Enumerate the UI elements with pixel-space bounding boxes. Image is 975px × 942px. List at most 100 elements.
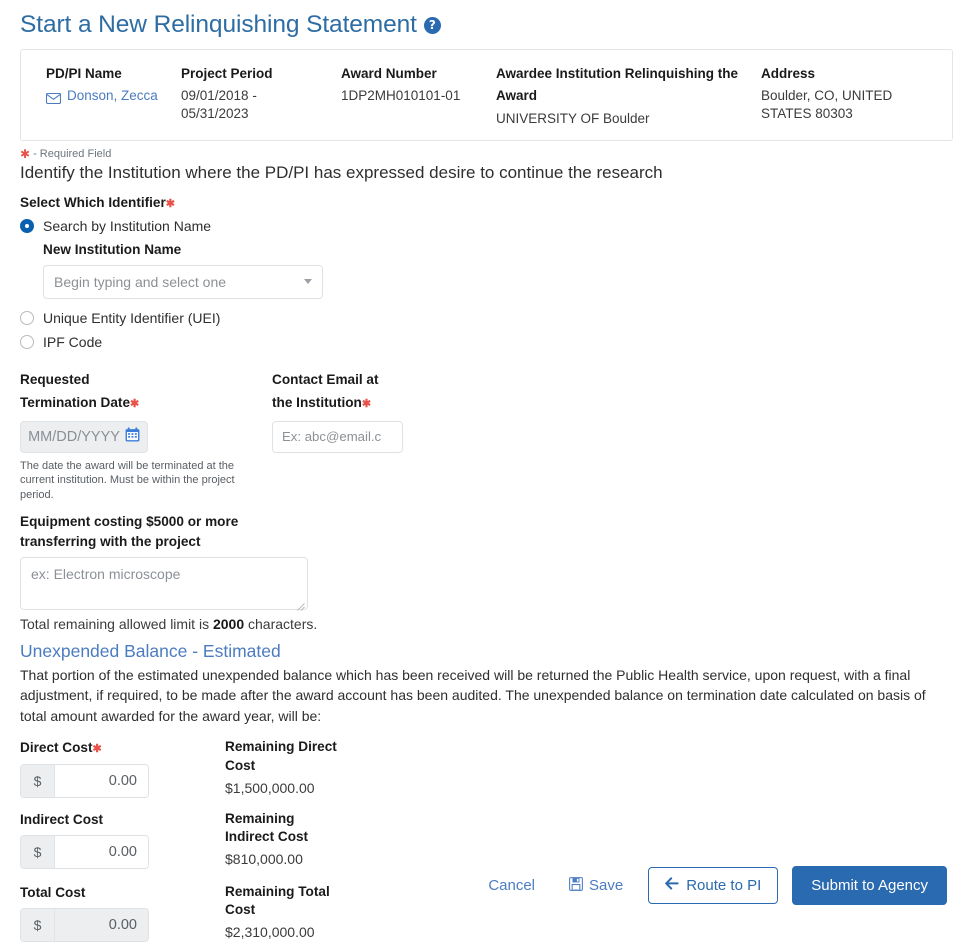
equipment-textarea[interactable]: ex: Electron microscope — [20, 557, 308, 611]
equipment-placeholder: ex: Electron microscope — [31, 566, 181, 583]
envelope-icon — [45, 91, 62, 104]
route-to-pi-label: Route to PI — [686, 877, 762, 894]
radio-label-ipf-code: IPF Code — [43, 333, 103, 350]
remaining-direct-cost-label-line2: Cost — [225, 757, 256, 773]
equipment-character-limit: Total remaining allowed limit is 2000 ch… — [20, 616, 955, 632]
floppy-disk-icon — [569, 876, 583, 895]
radio-button-institution-name[interactable] — [20, 219, 34, 234]
pi-name-value: Donson, Zecca — [45, 87, 167, 109]
arrow-left-icon — [665, 877, 679, 894]
column-header-project-period: Project Period — [181, 66, 273, 81]
indirect-cost-label: Indirect Cost — [20, 811, 104, 827]
route-to-pi-button[interactable]: Route to PI — [648, 867, 779, 904]
identify-instruction: Identify the Institution where the PD/PI… — [20, 162, 663, 182]
help-circle-icon[interactable]: ? — [423, 16, 441, 34]
award-number-value: 1DP2MH010101-01 — [341, 88, 461, 104]
column-header-institution: Awardee Institution Relinquishing the Aw… — [496, 66, 739, 104]
required-field-note: ✱ - Required Field — [20, 148, 955, 160]
remaining-indirect-cost-label-line2: Indirect Cost — [225, 829, 309, 845]
remaining-total-cost-value: $2,310,000.00 — [225, 924, 315, 941]
radio-button-ipf-code[interactable] — [20, 334, 34, 349]
termination-date-placeholder: MM/DD/YYYY — [28, 428, 120, 445]
award-summary-card: PD/PI Name Donson, Zecca Project Period … — [20, 49, 953, 141]
indirect-cost-value[interactable]: 0.00 — [55, 835, 148, 868]
award-column-institution: Awardee Institution Relinquishing the Aw… — [496, 63, 761, 128]
termination-email-row: Requested Termination Date✱ MM/DD/YYYY T… — [20, 368, 955, 503]
resize-handle-icon[interactable] — [296, 598, 305, 611]
select-identifier-label: Select Which Identifier✱ — [20, 193, 955, 213]
termination-date-input[interactable]: MM/DD/YYYY — [20, 420, 148, 453]
asterisk-icon: ✱ — [130, 397, 140, 410]
limit-suffix-text: characters. — [248, 616, 318, 633]
radio-unique-entity-identifier[interactable]: Unique Entity Identifier (UEI) — [20, 308, 955, 328]
page-title-row: Start a New Relinquishing Statement ? — [20, 0, 955, 44]
pi-email-link[interactable]: Donson, Zecca — [45, 87, 158, 105]
unexpended-balance-paragraph: That portion of the estimated unexpended… — [20, 666, 926, 724]
footer-actions: Cancel Save Route to PI Submit to Agency — [471, 866, 947, 905]
currency-symbol: $ — [21, 764, 55, 797]
contact-email-input[interactable]: Ex: abc@email.c — [272, 420, 403, 453]
column-header-address: Address — [761, 66, 816, 81]
asterisk-icon: ✱ — [361, 397, 372, 410]
award-column-period: Project Period 09/01/2018 - 05/31/2023 — [181, 63, 341, 128]
termination-date-group: Requested Termination Date✱ MM/DD/YYYY T… — [20, 368, 272, 503]
column-header-pi-name: PD/PI Name — [46, 66, 122, 81]
submit-to-agency-button[interactable]: Submit to Agency — [792, 866, 947, 905]
radio-search-by-institution-name[interactable]: Search by Institution Name — [20, 216, 955, 236]
contact-email-placeholder: Ex: abc@email.c — [282, 429, 382, 445]
select-identifier-label-text: Select Which Identifier — [20, 194, 166, 210]
radio-ipf-code[interactable]: IPF Code — [20, 332, 955, 352]
remaining-indirect-cost-value: $810,000.00 — [225, 851, 303, 868]
calendar-icon[interactable] — [125, 427, 140, 447]
new-institution-name-label: New Institution Name — [43, 242, 182, 258]
cost-row-indirect: Indirect Cost $ 0.00 Remaining Indirect … — [20, 810, 955, 869]
column-header-award-number: Award Number — [341, 66, 437, 81]
termination-date-label-text: Termination Date — [20, 394, 131, 410]
award-column-address: Address Boulder, CO, UNITED STATES 80303 — [761, 63, 936, 128]
institution-value: UNIVERSITY OF Boulder — [496, 110, 650, 126]
total-cost-label: Total Cost — [20, 884, 86, 900]
unexpended-balance-title: Unexpended Balance - Estimated — [20, 641, 281, 662]
remaining-indirect-cost-label-line1: Remaining — [225, 810, 295, 826]
award-column-number: Award Number 1DP2MH010101-01 — [341, 63, 496, 128]
save-button-label: Save — [589, 877, 624, 894]
equipment-label-line1: Equipment costing $5000 or more — [20, 514, 239, 530]
remaining-direct-cost-value: $1,500,000.00 — [225, 779, 315, 796]
radio-label-institution-name: Search by Institution Name — [43, 218, 212, 235]
direct-cost-label-text: Direct Cost — [20, 740, 93, 756]
cost-row-direct: Direct Cost✱ $ 0.00 Remaining Direct Cos… — [20, 738, 955, 798]
direct-cost-group: Direct Cost✱ $ 0.00 — [20, 738, 225, 798]
chevron-down-icon — [304, 279, 312, 285]
address-value: Boulder, CO, UNITED STATES 80303 — [761, 88, 893, 122]
indirect-cost-group: Indirect Cost $ 0.00 — [20, 810, 225, 869]
asterisk-icon: ✱ — [92, 743, 102, 756]
contact-email-group: Contact Email at the Institution✱ Ex: ab… — [272, 368, 572, 503]
total-cost-group: Total Cost $ 0.00 — [20, 883, 225, 942]
pi-name-text: Donson, Zecca — [67, 88, 158, 104]
termination-date-helper-text: The date the award will be terminated at… — [20, 459, 235, 501]
contact-email-label-line1: Contact Email at — [272, 371, 379, 387]
radio-label-uei: Unique Entity Identifier (UEI) — [43, 309, 221, 326]
institution-name-select[interactable]: Begin typing and select one — [43, 264, 323, 299]
indirect-cost-input[interactable]: $ 0.00 — [20, 834, 149, 869]
remaining-total-cost-label-line2: Cost — [225, 902, 256, 918]
remaining-direct-cost-group: Remaining Direct Cost $1,500,000.00 — [225, 738, 525, 797]
contact-email-label-text: the Institution — [272, 394, 362, 410]
currency-symbol: $ — [21, 835, 55, 868]
contact-email-label-line2: the Institution✱ — [272, 391, 572, 414]
save-button[interactable]: Save — [552, 876, 640, 895]
limit-value-text: 2000 — [212, 616, 245, 633]
relinquishing-statement-page: Start a New Relinquishing Statement ? PD… — [0, 0, 975, 942]
asterisk-icon: ✱ — [165, 197, 175, 210]
project-period-value: 09/01/2018 - 05/31/2023 — [181, 88, 257, 122]
institution-name-block: New Institution Name Begin typing and se… — [43, 240, 955, 299]
termination-date-label-line1: Requested — [20, 371, 90, 387]
cancel-button[interactable]: Cancel — [471, 877, 552, 894]
equipment-label-line2: transferring with the project — [20, 533, 201, 549]
direct-cost-value[interactable]: 0.00 — [55, 764, 148, 797]
direct-cost-input[interactable]: $ 0.00 — [20, 763, 149, 798]
limit-prefix-text: Total remaining allowed limit is — [20, 616, 210, 633]
asterisk-icon: ✱ — [20, 146, 31, 161]
institution-name-placeholder: Begin typing and select one — [54, 273, 227, 290]
radio-button-uei[interactable] — [20, 310, 34, 325]
